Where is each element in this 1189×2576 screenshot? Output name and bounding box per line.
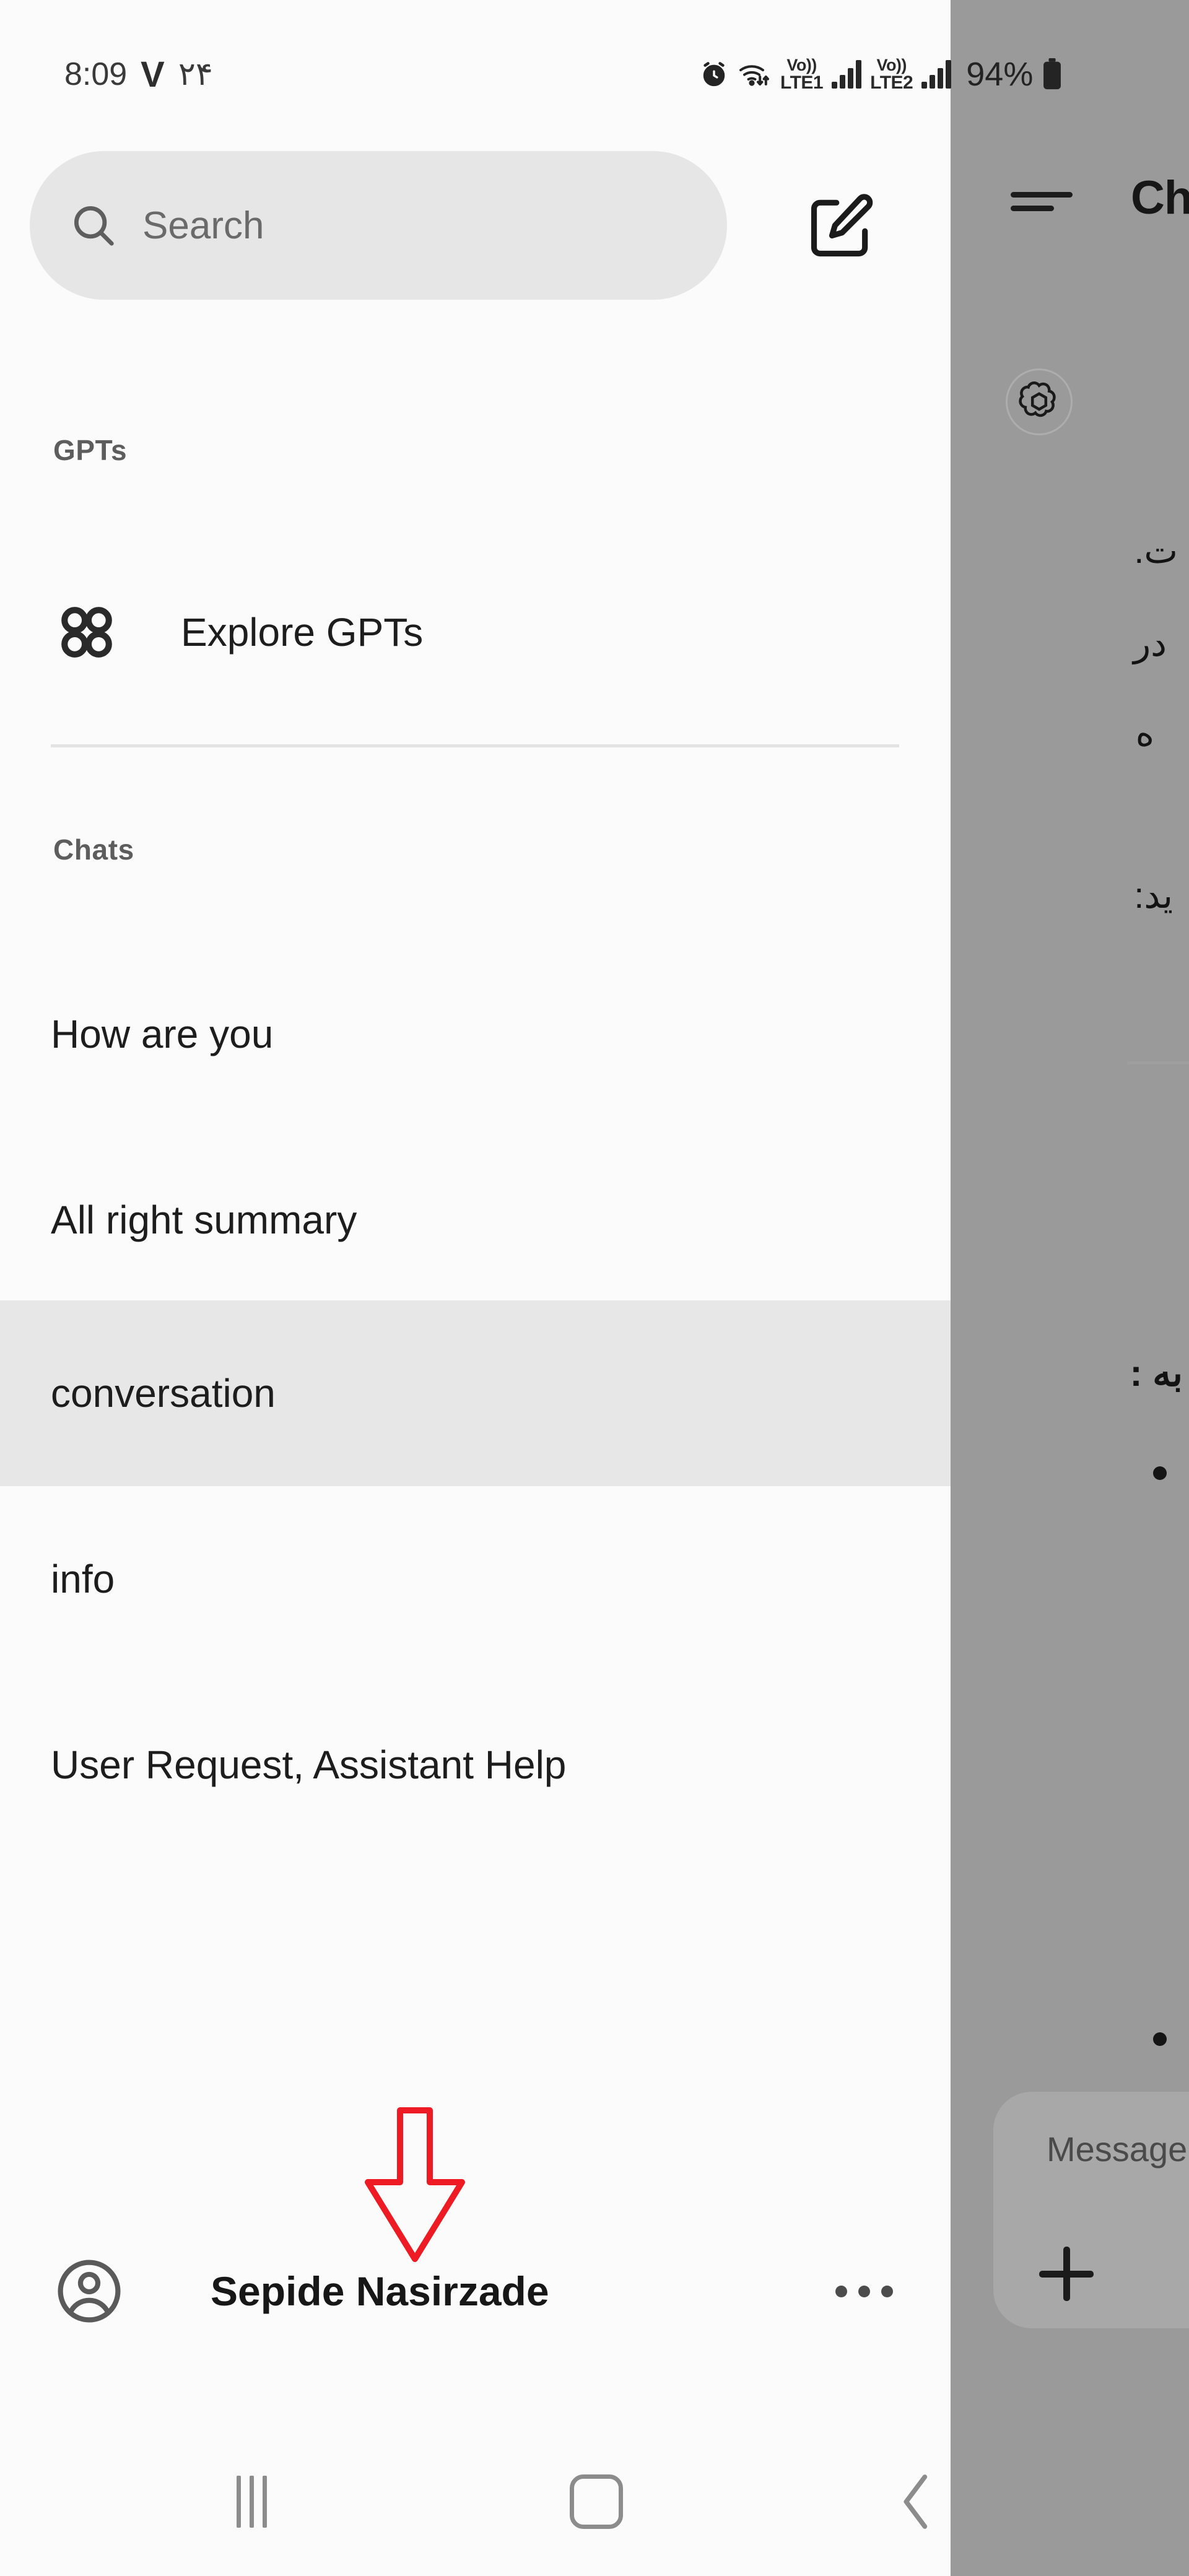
wifi-data-icon: [737, 59, 772, 89]
section-label-chats: Chats: [53, 833, 134, 866]
network-label: LTE1: [780, 72, 824, 93]
chat-message-bold: به :: [1130, 1352, 1183, 1394]
volte-sim1-icon: Vo)) LTE1: [780, 55, 824, 93]
status-bar: 8:09 V ۲۴ Vo)) LTE1 Vo)) LTE2 94%: [0, 37, 1189, 111]
account-circle-icon: [53, 2255, 125, 2327]
chat-message-line: ید:: [1134, 876, 1173, 916]
home-icon[interactable]: [570, 2474, 623, 2529]
chat-horizontal-rule: [1127, 1061, 1189, 1064]
signal-bars-sim2-icon: [921, 60, 952, 89]
message-input-placeholder[interactable]: Message: [1047, 2129, 1187, 2169]
sidebar-chat-item[interactable]: User Request, Assistant Help: [0, 1672, 951, 1858]
search-placeholder: Search: [142, 204, 264, 247]
down-arrow-annotation: [353, 2105, 477, 2266]
sidebar-item-explore-gpts[interactable]: Explore GPTs: [0, 585, 951, 678]
list-bullet: [1153, 1466, 1167, 1480]
alarm-clock-icon: [700, 60, 728, 89]
chat-item-label: How are you: [51, 1012, 274, 1056]
sidebar-chat-item[interactable]: All right summary: [0, 1127, 951, 1313]
sidebar-chat-item-active[interactable]: conversation: [0, 1300, 951, 1486]
status-bar-right: Vo)) LTE1 Vo)) LTE2 94%: [700, 37, 1063, 111]
chat-message-line: ه: [1135, 713, 1154, 754]
compose-edit-icon[interactable]: [805, 191, 877, 263]
recent-apps-icon[interactable]: [237, 2476, 267, 2528]
more-horizontal-icon[interactable]: [827, 2255, 901, 2327]
section-divider: [51, 744, 899, 747]
clock-time: 8:09: [64, 56, 128, 92]
list-bullet: [1153, 2032, 1167, 2046]
navigation-drawer: Search GPTs Explore GPTs Chats How are y…: [0, 0, 951, 2427]
volte-label: Vo)): [876, 55, 907, 74]
sidebar-chat-item[interactable]: info: [0, 1486, 951, 1672]
hamburger-menu-icon[interactable]: [1011, 192, 1073, 217]
sidebar-chat-item[interactable]: How are you: [0, 941, 951, 1127]
plus-icon[interactable]: [1039, 2247, 1094, 2301]
chat-item-label: All right summary: [51, 1198, 357, 1242]
battery-full-icon: [1042, 58, 1063, 90]
grid-circles-icon: [51, 596, 123, 668]
chat-item-label: conversation: [51, 1371, 276, 1416]
persian-date: ۲۴: [178, 56, 213, 92]
back-chevron-icon[interactable]: [892, 2471, 941, 2533]
chat-item-label: info: [51, 1557, 115, 1601]
network-label: LTE2: [870, 72, 913, 93]
section-label-gpts: GPTs: [53, 434, 128, 466]
sidebar-item-label: Explore GPTs: [181, 610, 424, 655]
volte-label: Vo)): [786, 55, 817, 74]
battery-percent: 94%: [966, 56, 1034, 93]
chat-message-line: ت.: [1134, 531, 1178, 571]
phone-screen: ChatGPT ت. در ه ید: به : Message: [0, 0, 1189, 2576]
android-navigation-bar: [0, 2427, 951, 2576]
chat-message-line: در: [1133, 624, 1167, 664]
volte-sim2-icon: Vo)) LTE2: [870, 55, 913, 93]
status-bar-left: 8:09 V ۲۴: [64, 37, 213, 111]
openai-logo-icon: [1006, 368, 1073, 435]
chat-item-label: User Request, Assistant Help: [51, 1743, 567, 1787]
vpn-icon: V: [141, 54, 165, 95]
chat-title: ChatGPT: [1131, 172, 1189, 224]
search-row: Search: [0, 144, 951, 305]
search-icon: [69, 201, 118, 250]
search-input[interactable]: Search: [30, 151, 727, 300]
signal-bars-sim1-icon: [832, 60, 862, 89]
